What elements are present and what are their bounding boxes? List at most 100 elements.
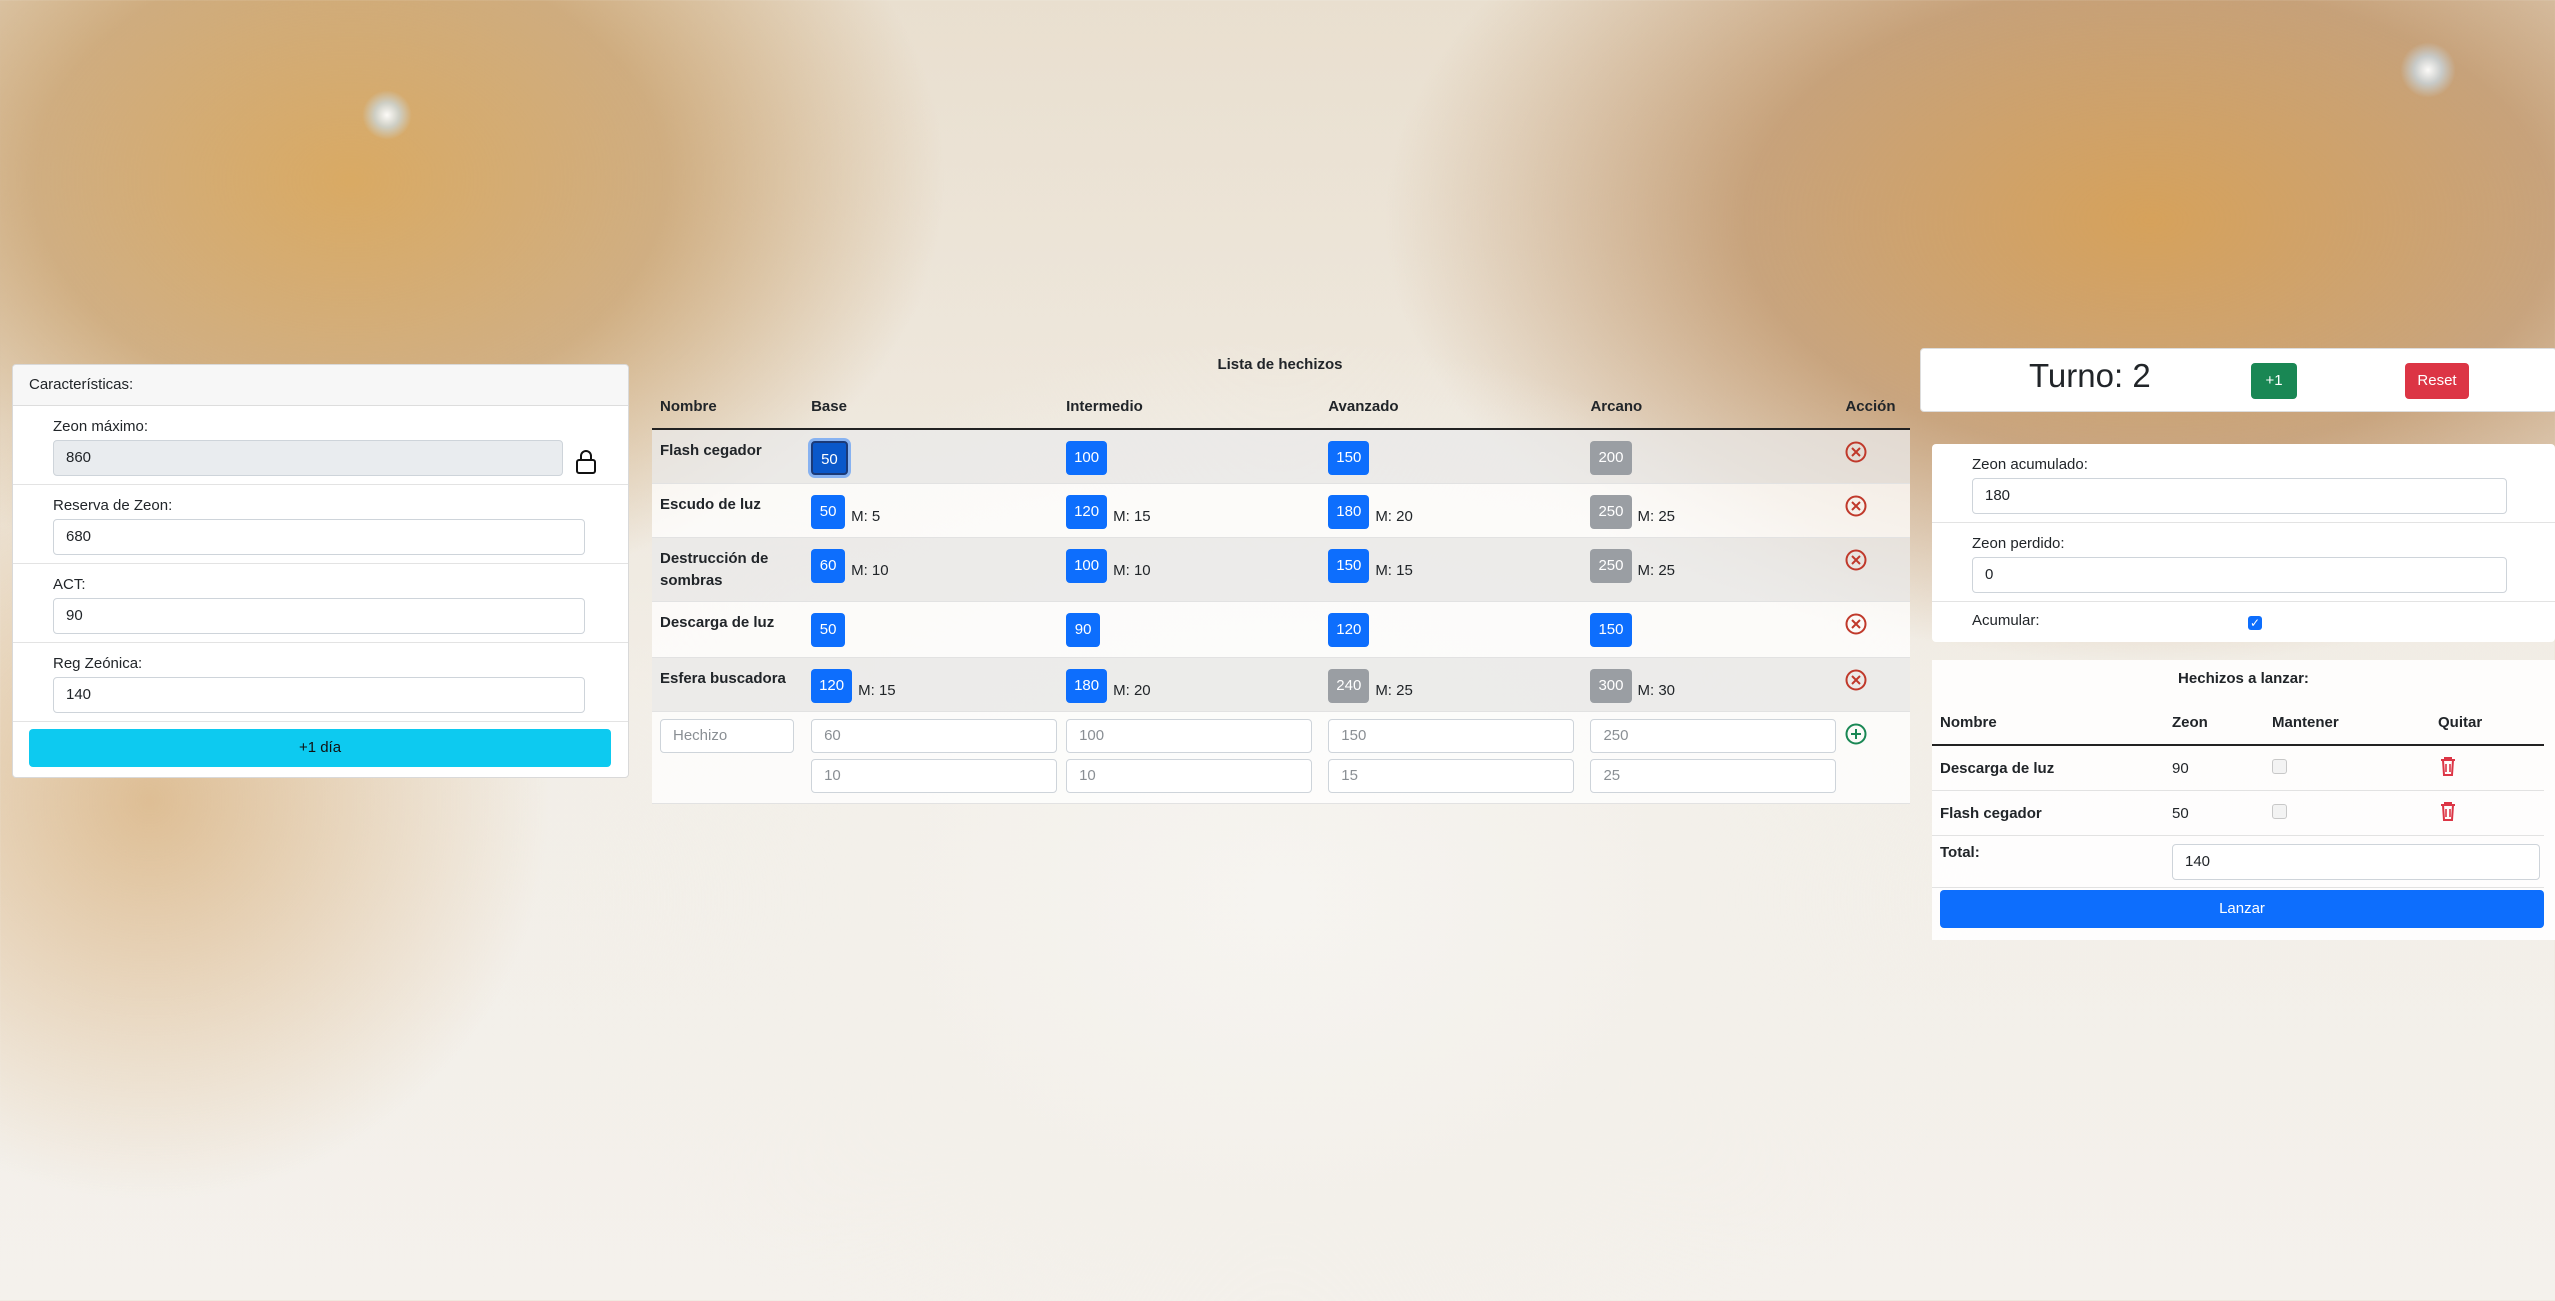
col-base: Base — [803, 384, 1059, 430]
zeon-card: Zeon acumulado: 180 Zeon perdido: 0 Acum… — [1932, 444, 2555, 642]
delete-spell-icon[interactable] — [1845, 441, 1867, 467]
cast-title: Hechizos a lanzar: — [2178, 670, 2309, 687]
zeon-max-input[interactable]: 860 — [53, 440, 563, 476]
reg-input[interactable]: 140 — [53, 677, 585, 713]
zeon-accumulated-label: Zeon acumulado: — [1972, 456, 2088, 473]
reg-label: Reg Zeónica: — [53, 655, 143, 672]
cast-spell-name: Flash cegador — [1932, 790, 2164, 836]
maintain-value: M: 10 — [851, 562, 889, 580]
spell-name: Descarga de luz — [652, 601, 804, 658]
spell-table: Nombre Base Intermedio Avanzado Arcano A… — [652, 384, 1910, 804]
level-button-arcane[interactable]: 150 — [1590, 612, 1632, 647]
maintain-value: M: 15 — [1375, 562, 1413, 580]
cast-panel: Hechizos a lanzar: Nombre Zeon Mantener … — [1932, 660, 2555, 940]
next-turn-button[interactable]: +1 — [2251, 363, 2297, 399]
level-button-arcane[interactable]: 300 — [1590, 668, 1632, 703]
maintain-checkbox[interactable] — [2272, 758, 2287, 774]
maintain-value: M: 20 — [1375, 508, 1413, 526]
level-button-base[interactable]: 120 — [811, 668, 853, 703]
characteristics-header: Características: — [13, 365, 628, 406]
new-base-input[interactable]: 60 — [811, 718, 1058, 753]
launch-button[interactable]: Lanzar — [1940, 890, 2544, 928]
level-button-advanced[interactable]: 120 — [1328, 612, 1370, 647]
zeon-accumulated-input[interactable]: 180 — [1972, 478, 2507, 514]
delete-spell-icon[interactable] — [1845, 549, 1867, 575]
level-button-arcane[interactable]: 250 — [1590, 494, 1632, 529]
turn-card: Turno: 2 +1 Reset — [1920, 348, 2555, 412]
delete-spell-icon[interactable] — [1845, 669, 1867, 695]
cast-col-maintain: Mantener — [2264, 700, 2430, 746]
reg-field: Reg Zeónica: 140 — [13, 643, 628, 722]
table-row: Esfera buscadora 120 M: 15 180 M: 20 240 M:… — [652, 657, 1910, 712]
level-button-intermediate[interactable]: 100 — [1066, 548, 1108, 583]
reset-button[interactable]: Reset — [2405, 363, 2469, 399]
level-button-base[interactable]: 50 — [811, 441, 848, 475]
table-row: Descarga de luz 90 — [1932, 745, 2544, 791]
plus-day-button[interactable]: +1 día — [29, 729, 611, 767]
new-advanced-maintain-input[interactable]: 15 — [1328, 758, 1575, 793]
level-button-intermediate[interactable]: 100 — [1066, 441, 1108, 475]
col-name: Nombre — [652, 384, 804, 430]
trash-icon[interactable] — [2438, 802, 2458, 826]
cast-spell-zeon: 90 — [2164, 745, 2264, 791]
maintain-value: M: 15 — [858, 682, 896, 700]
new-spell-row: Hechizo 60 10 100 10 150 15 250 25 — [652, 711, 1910, 804]
level-button-advanced[interactable]: 240 — [1328, 668, 1370, 703]
maintain-value: M: 15 — [1113, 508, 1151, 526]
act-input[interactable]: 90 — [53, 598, 585, 634]
act-field: ACT: 90 — [13, 564, 628, 643]
col-action: Acción — [1837, 384, 1910, 430]
spell-name: Flash cegador — [652, 429, 804, 484]
level-button-intermediate[interactable]: 120 — [1066, 494, 1108, 529]
spell-name: Destrucción de sombras — [652, 537, 804, 602]
total-row: Total: 140 — [1932, 835, 2544, 888]
table-row: Descarga de luz 50 90 120 150 — [652, 601, 1910, 658]
spell-name: Esfera buscadora — [652, 657, 804, 712]
new-intermediate-input[interactable]: 100 — [1066, 718, 1313, 753]
level-button-advanced[interactable]: 150 — [1328, 441, 1370, 475]
characteristics-card: Características: Zeon máximo: 860 Reserv… — [12, 364, 629, 778]
new-arcane-input[interactable]: 250 — [1590, 718, 1837, 753]
maintain-value: M: 25 — [1637, 508, 1676, 526]
new-arcane-maintain-input[interactable]: 25 — [1590, 758, 1837, 793]
zeon-lost-label: Zeon perdido: — [1972, 535, 2065, 552]
act-label: ACT: — [53, 576, 86, 593]
total-input[interactable]: 140 — [2172, 843, 2540, 880]
spell-name: Escudo de luz — [652, 483, 804, 538]
level-button-base[interactable]: 60 — [811, 548, 846, 583]
delete-spell-icon[interactable] — [1845, 613, 1867, 639]
level-button-intermediate[interactable]: 90 — [1066, 612, 1101, 647]
level-button-arcane[interactable]: 250 — [1590, 548, 1632, 583]
cast-spell-zeon: 50 — [2164, 790, 2264, 836]
table-row: Escudo de luz 50 M: 5 120 M: 15 180 M: 20 2… — [652, 483, 1910, 538]
add-spell-icon[interactable] — [1845, 723, 1867, 749]
new-base-maintain-input[interactable]: 10 — [811, 758, 1058, 793]
level-button-advanced[interactable]: 150 — [1328, 548, 1370, 583]
zeon-lost-input[interactable]: 0 — [1972, 557, 2507, 593]
zeon-reserve-input[interactable]: 680 — [53, 519, 585, 555]
spell-list-panel: Lista de hechizos Nombre Base Intermedio… — [650, 356, 1910, 806]
level-button-base[interactable]: 50 — [811, 612, 846, 647]
level-button-arcane[interactable]: 200 — [1590, 441, 1632, 475]
trash-icon[interactable] — [2438, 757, 2458, 781]
lamp-light-right — [2400, 42, 2456, 98]
cast-spell-name: Descarga de luz — [1932, 745, 2164, 791]
accumulate-field: Acumular: ✓ — [1932, 602, 2555, 642]
new-spell-name-input[interactable]: Hechizo — [660, 718, 794, 753]
new-advanced-input[interactable]: 150 — [1328, 718, 1575, 753]
accumulate-checkbox[interactable]: ✓ — [2248, 616, 2262, 630]
accumulate-label: Acumular: — [1972, 612, 2040, 629]
lock-icon[interactable] — [575, 450, 597, 479]
new-intermediate-maintain-input[interactable]: 10 — [1066, 758, 1313, 793]
zeon-accumulated-field: Zeon acumulado: 180 — [1932, 444, 2555, 523]
spell-list-title: Lista de hechizos — [1217, 356, 1343, 373]
maintain-checkbox[interactable] — [2272, 803, 2287, 819]
level-button-intermediate[interactable]: 180 — [1066, 668, 1108, 703]
level-button-advanced[interactable]: 180 — [1328, 494, 1370, 529]
maintain-value: M: 25 — [1375, 682, 1413, 700]
zeon-lost-field: Zeon perdido: 0 — [1932, 523, 2555, 602]
spell-table-header: Nombre Base Intermedio Avanzado Arcano A… — [652, 384, 1910, 430]
delete-spell-icon[interactable] — [1845, 495, 1867, 521]
maintain-value: M: 25 — [1637, 562, 1676, 580]
level-button-base[interactable]: 50 — [811, 494, 846, 529]
